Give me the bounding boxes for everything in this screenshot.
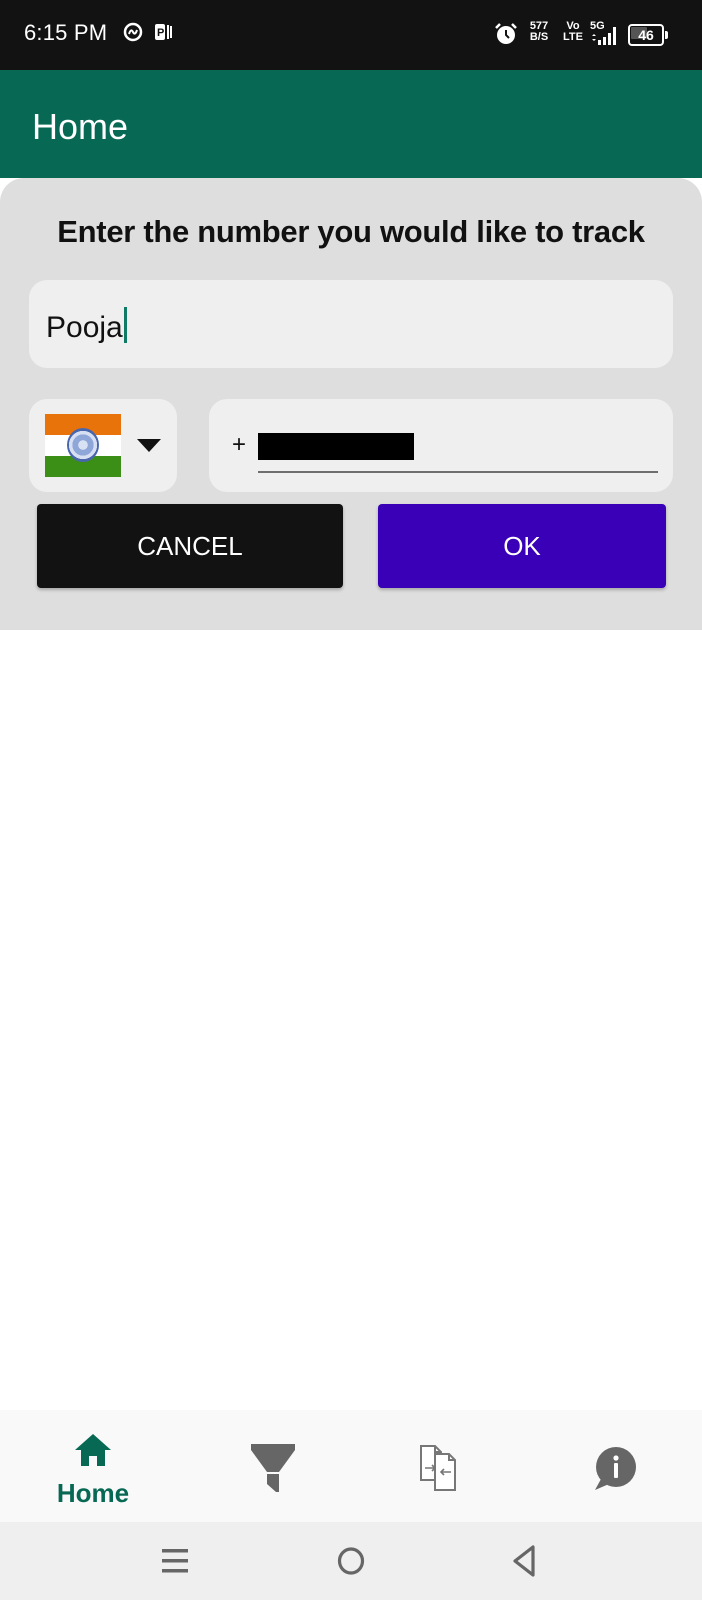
dialog-title: Enter the number you would like to track [57, 214, 645, 249]
compare-documents-icon [420, 1445, 456, 1491]
network-speed: 577 B/S [528, 21, 550, 43]
nav-item-compare[interactable] [384, 1410, 504, 1522]
nav-label-home: Home [56, 1478, 130, 1508]
info-bubble-icon [595, 1447, 636, 1490]
name-input-value: Pooja [46, 307, 127, 345]
svg-text:P: P [157, 27, 164, 39]
india-flag-icon [45, 414, 121, 477]
app-bar: Home [0, 70, 702, 178]
volte-indicator: Vo LTE [562, 21, 584, 43]
battery-indicator: 46 [628, 24, 668, 46]
phone-input-underline [258, 471, 658, 473]
alarm-clock-icon [495, 23, 517, 44]
text-cursor [123, 307, 127, 343]
nav-item-filter[interactable] [213, 1410, 333, 1522]
sync-app-icon [123, 22, 143, 42]
phone-prefix: + [232, 431, 247, 458]
dropdown-arrow-icon [137, 439, 161, 452]
nav-item-home[interactable]: Home [33, 1410, 153, 1522]
system-home-icon[interactable] [326, 1536, 376, 1586]
ok-button[interactable]: OK [378, 504, 666, 588]
country-code-picker[interactable] [29, 399, 177, 492]
name-input[interactable]: Pooja [29, 280, 673, 368]
phone-number-input[interactable]: + [209, 399, 673, 492]
bottom-navigation: Home [0, 1410, 702, 1522]
phone-number-redacted [258, 433, 414, 460]
cancel-button[interactable]: CANCEL [37, 504, 343, 588]
filter-stem [267, 1474, 279, 1492]
track-number-dialog: Enter the number you would like to track… [0, 178, 702, 630]
network-speed-unit: B/S [529, 31, 549, 43]
nav-item-info[interactable] [555, 1410, 675, 1522]
battery-nub [665, 31, 668, 39]
battery-level: 46 [638, 27, 654, 43]
back-icon[interactable] [500, 1536, 550, 1586]
status-time: 6:15 PM [24, 20, 108, 45]
flag-chakra [67, 428, 99, 462]
volte-bottom: LTE [563, 31, 583, 43]
status-bar: 6:15 PM P 577 B/S Vo LTE 5G 46 [0, 0, 702, 70]
signal-strength-icon [592, 27, 616, 45]
home-icon [75, 1434, 111, 1466]
page-title: Home [32, 106, 129, 147]
system-navigation-bar [0, 1522, 702, 1600]
parking-app-icon: P [155, 24, 172, 40]
name-text: Pooja [46, 311, 123, 344]
recents-menu-icon[interactable] [150, 1536, 200, 1586]
